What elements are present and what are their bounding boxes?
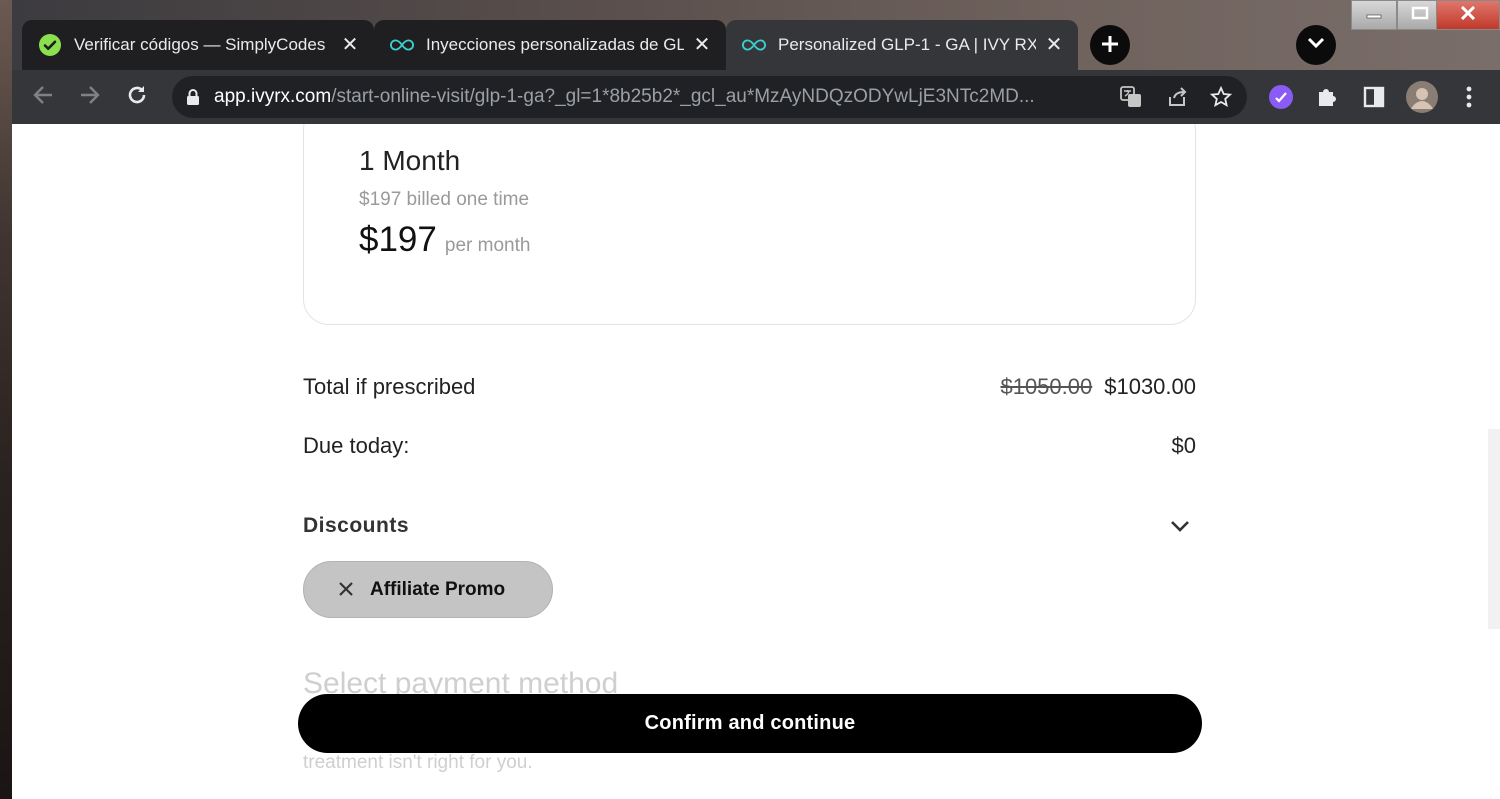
- plus-icon: [1100, 30, 1120, 60]
- remove-discount-icon[interactable]: [338, 576, 354, 604]
- tab-close-icon[interactable]: ✕: [340, 35, 360, 55]
- url-host: app.ivyrx.com: [214, 86, 332, 107]
- discount-chip[interactable]: Affiliate Promo: [303, 561, 553, 618]
- reload-button[interactable]: [120, 80, 154, 114]
- browser-window: Verificar códigos — SimplyCodes ✕ Inyecc…: [12, 0, 1500, 799]
- reload-icon: [125, 83, 149, 112]
- minimize-icon: [1366, 6, 1382, 24]
- avatar[interactable]: [1405, 80, 1439, 114]
- simplycodes-icon: [38, 33, 62, 57]
- side-panel-icon[interactable]: [1359, 82, 1389, 112]
- discounts-label: Discounts: [303, 514, 410, 537]
- tab-title: Inyecciones personalizadas de GLP-1: [426, 35, 684, 54]
- total-current-price: $1030.00: [1104, 374, 1196, 399]
- due-today-row: Due today: $0: [303, 433, 1196, 459]
- arrow-left-icon: [32, 84, 54, 111]
- tab-ivyrx[interactable]: Personalized GLP-1 - GA | IVY RX ✕: [726, 20, 1078, 70]
- share-icon[interactable]: [1157, 77, 1197, 117]
- discount-chip-label: Affiliate Promo: [370, 578, 506, 600]
- window-close-button[interactable]: [1436, 0, 1500, 30]
- plan-name: 1 Month: [359, 145, 461, 176]
- chevron-down-icon: [1170, 514, 1190, 538]
- total-row: Total if prescribed $1050.00 $1030.00: [303, 374, 1196, 400]
- total-values: $1050.00 $1030.00: [1000, 374, 1196, 400]
- scrollbar[interactable]: [1488, 429, 1500, 629]
- infinity-icon: [390, 33, 414, 57]
- extension-icon[interactable]: [1266, 82, 1296, 112]
- tab-strip: Verificar códigos — SimplyCodes ✕ Inyecc…: [12, 0, 1500, 70]
- arrow-right-icon: [79, 84, 101, 111]
- discounts-toggle[interactable]: Discounts: [303, 514, 1196, 538]
- due-today-label: Due today:: [303, 433, 410, 458]
- star-icon[interactable]: [1201, 77, 1241, 117]
- plan-price-value: $197: [359, 220, 437, 259]
- payment-footnote: treatment isn't right for you.: [303, 752, 533, 773]
- maximize-icon: [1411, 6, 1429, 25]
- plan-card[interactable]: 1 Month $197 billed one time $197 per mo…: [303, 124, 1196, 325]
- tab-inyecciones[interactable]: Inyecciones personalizadas de GLP-1 ✕: [374, 20, 726, 70]
- chevron-down-icon: [1307, 36, 1325, 54]
- forward-button[interactable]: [73, 80, 107, 114]
- tab-title: Personalized GLP-1 - GA | IVY RX: [778, 35, 1036, 54]
- url-path: /start-online-visit/glp-1-ga?_gl=1*8b25b…: [331, 86, 1035, 107]
- browser-toolbar: app.ivyrx.com/start-online-visit/glp-1-g…: [12, 70, 1500, 124]
- due-today-value: $0: [1171, 433, 1196, 458]
- page-content: 1 Month $197 billed one time $197 per mo…: [12, 124, 1500, 799]
- tab-search-button[interactable]: [1296, 25, 1336, 65]
- total-label: Total if prescribed: [303, 374, 476, 399]
- close-icon: [1460, 5, 1476, 25]
- tab-close-icon[interactable]: ✕: [1044, 35, 1064, 55]
- more-options-icon[interactable]: [1454, 82, 1484, 112]
- tab-title: Verificar códigos — SimplyCodes: [74, 35, 326, 54]
- infinity-icon: [742, 33, 766, 57]
- url-text: app.ivyrx.com/start-online-visit/glp-1-g…: [214, 86, 1111, 108]
- confirm-button[interactable]: Confirm and continue: [298, 694, 1202, 753]
- plan-price: $197 per month: [359, 220, 530, 260]
- tab-close-icon[interactable]: ✕: [692, 35, 712, 55]
- lock-icon: [186, 88, 200, 106]
- minimize-button[interactable]: [1351, 0, 1397, 30]
- new-tab-button[interactable]: [1090, 25, 1130, 65]
- translate-icon[interactable]: [1111, 77, 1151, 117]
- plan-billing: $197 billed one time: [359, 189, 530, 210]
- address-bar[interactable]: app.ivyrx.com/start-online-visit/glp-1-g…: [172, 76, 1247, 118]
- tab-simplycodes[interactable]: Verificar códigos — SimplyCodes ✕: [22, 20, 374, 70]
- plan-price-period: per month: [444, 235, 531, 256]
- puzzle-icon[interactable]: [1312, 82, 1342, 112]
- back-button[interactable]: [26, 80, 60, 114]
- total-original-price: $1050.00: [1000, 374, 1093, 399]
